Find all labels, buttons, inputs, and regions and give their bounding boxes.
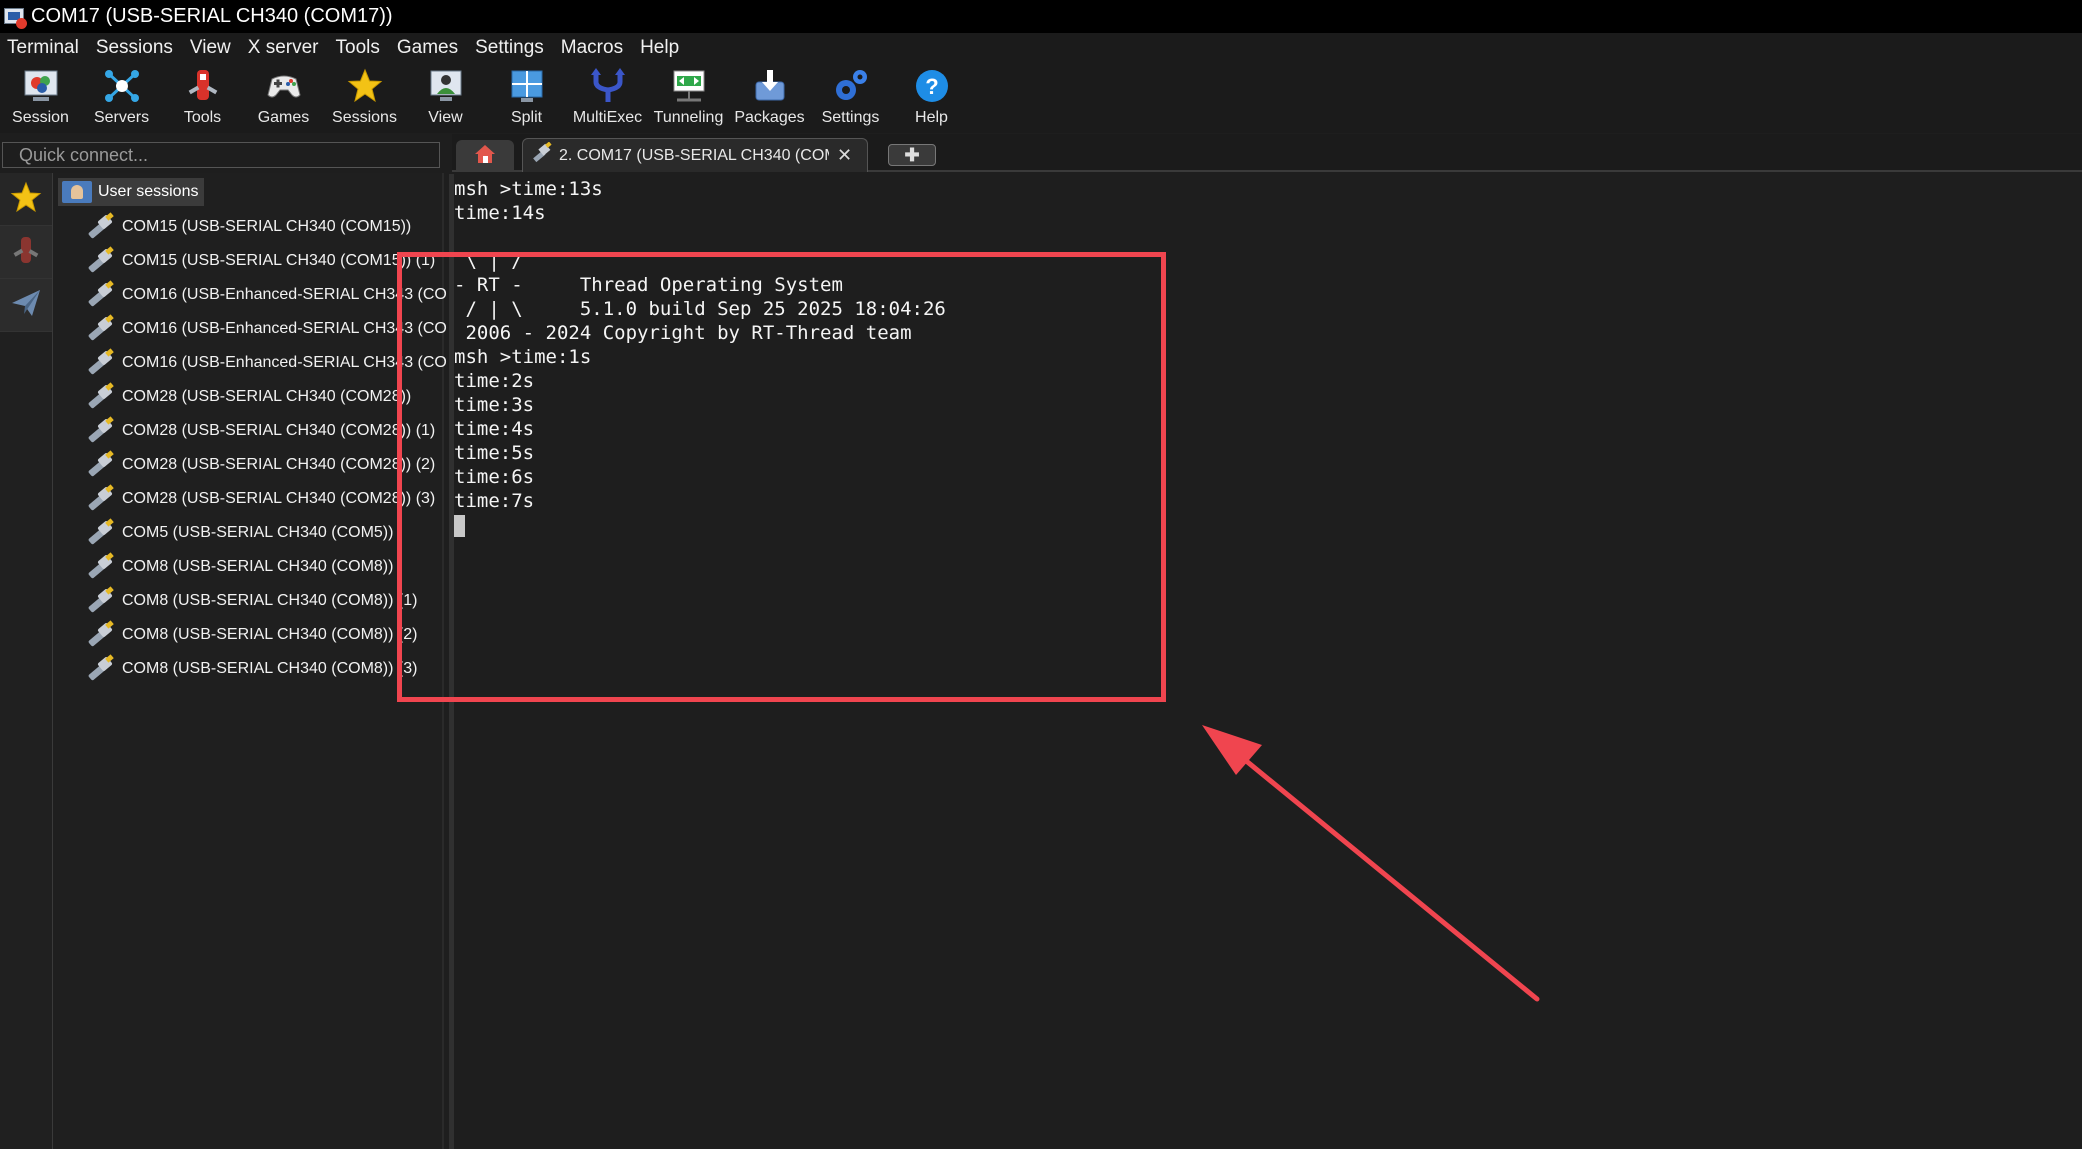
- annotation-arrow: [1202, 725, 1540, 1002]
